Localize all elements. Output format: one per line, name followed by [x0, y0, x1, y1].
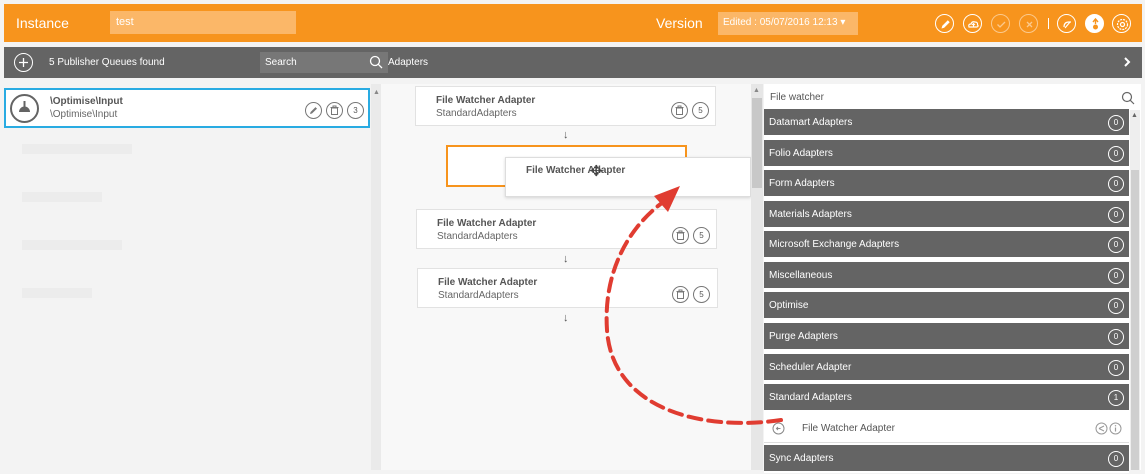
drag-path-arrow [604, 186, 783, 425]
